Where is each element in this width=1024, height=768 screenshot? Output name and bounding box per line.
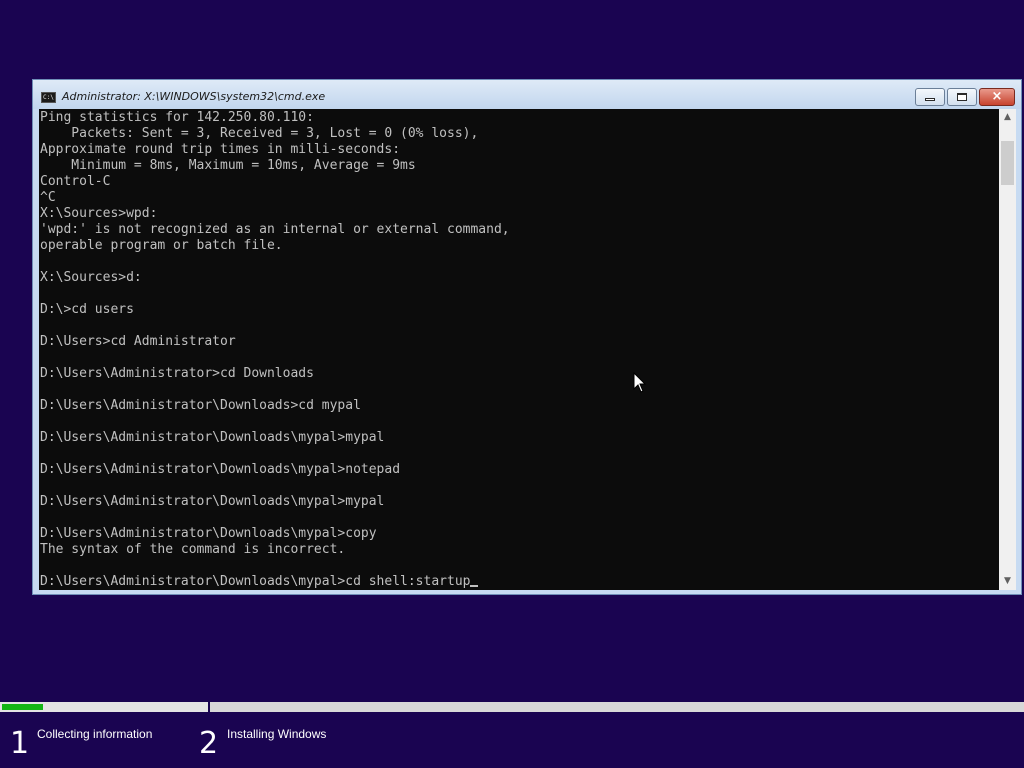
step-number: 1 bbox=[10, 726, 30, 761]
console-line: D:\Users\Administrator\Downloads\mypal>n… bbox=[40, 462, 401, 477]
maximize-button[interactable] bbox=[947, 88, 977, 106]
console-line: X:\Sources>wpd: bbox=[40, 206, 158, 221]
console-text: Ping statistics for 142.250.80.110: Pack… bbox=[39, 109, 999, 590]
title-bar[interactable]: C:\ Administrator: X:\WINDOWS\system32\c… bbox=[33, 80, 1021, 109]
step-number: 2 bbox=[199, 726, 219, 761]
progress-fill bbox=[2, 704, 43, 710]
setup-progress-bar bbox=[0, 702, 1024, 714]
console-line: D:\Users\Administrator\Downloads\mypal>m… bbox=[40, 494, 385, 509]
window-title: Administrator: X:\WINDOWS\system32\cmd.e… bbox=[62, 90, 326, 103]
close-button[interactable]: × bbox=[979, 88, 1015, 106]
cmd-app-icon[interactable]: C:\ bbox=[41, 92, 56, 103]
mouse-pointer-icon bbox=[633, 372, 647, 393]
scroll-up-arrow-icon[interactable]: ▲ bbox=[999, 109, 1016, 126]
scroll-down-arrow-icon[interactable]: ▼ bbox=[999, 573, 1016, 590]
console-line: Minimum = 8ms, Maximum = 10ms, Average =… bbox=[40, 158, 416, 173]
step-label: Installing Windows bbox=[227, 727, 327, 741]
console-line: Control-C bbox=[40, 174, 111, 189]
console-line: D:\>cd users bbox=[40, 302, 134, 317]
console-line: X:\Sources>d: bbox=[40, 270, 142, 285]
console-line: D:\Users\Administrator>cd Downloads bbox=[40, 366, 314, 381]
console-line: D:\Users>cd Administrator bbox=[40, 334, 236, 349]
progress-segment-collecting bbox=[0, 702, 208, 712]
console-output[interactable]: Ping statistics for 142.250.80.110: Pack… bbox=[39, 109, 999, 590]
minimize-button[interactable] bbox=[915, 88, 945, 106]
console-line: D:\Users\Administrator\Downloads\mypal>c… bbox=[40, 574, 999, 590]
console-line: D:\Users\Administrator\Downloads>cd mypa… bbox=[40, 398, 361, 413]
console-line: ^C bbox=[40, 190, 56, 205]
console-line: Approximate round trip times in milli-se… bbox=[40, 142, 401, 157]
console-line: 'wpd:' is not recognized as an internal … bbox=[40, 222, 510, 237]
console-line: D:\Users\Administrator\Downloads\mypal>m… bbox=[40, 430, 385, 445]
vertical-scrollbar[interactable]: ▲ ▼ bbox=[999, 109, 1016, 590]
console-line: Ping statistics for 142.250.80.110: bbox=[40, 110, 314, 125]
console-line: The syntax of the command is incorrect. bbox=[40, 542, 346, 557]
step-label: Collecting information bbox=[37, 727, 153, 741]
maximize-icon bbox=[957, 93, 967, 101]
close-icon: × bbox=[991, 89, 1003, 104]
setup-desktop: C:\ Administrator: X:\WINDOWS\system32\c… bbox=[0, 0, 1024, 768]
console-line: Packets: Sent = 3, Received = 3, Lost = … bbox=[40, 126, 479, 141]
progress-divider bbox=[208, 702, 210, 714]
scrollbar-thumb[interactable] bbox=[1001, 141, 1014, 185]
cmd-window[interactable]: C:\ Administrator: X:\WINDOWS\system32\c… bbox=[32, 79, 1022, 595]
console-line: D:\Users\Administrator\Downloads\mypal>c… bbox=[40, 526, 377, 541]
console-line: operable program or batch file. bbox=[40, 238, 283, 253]
minimize-icon bbox=[925, 98, 935, 101]
text-cursor bbox=[470, 585, 479, 587]
